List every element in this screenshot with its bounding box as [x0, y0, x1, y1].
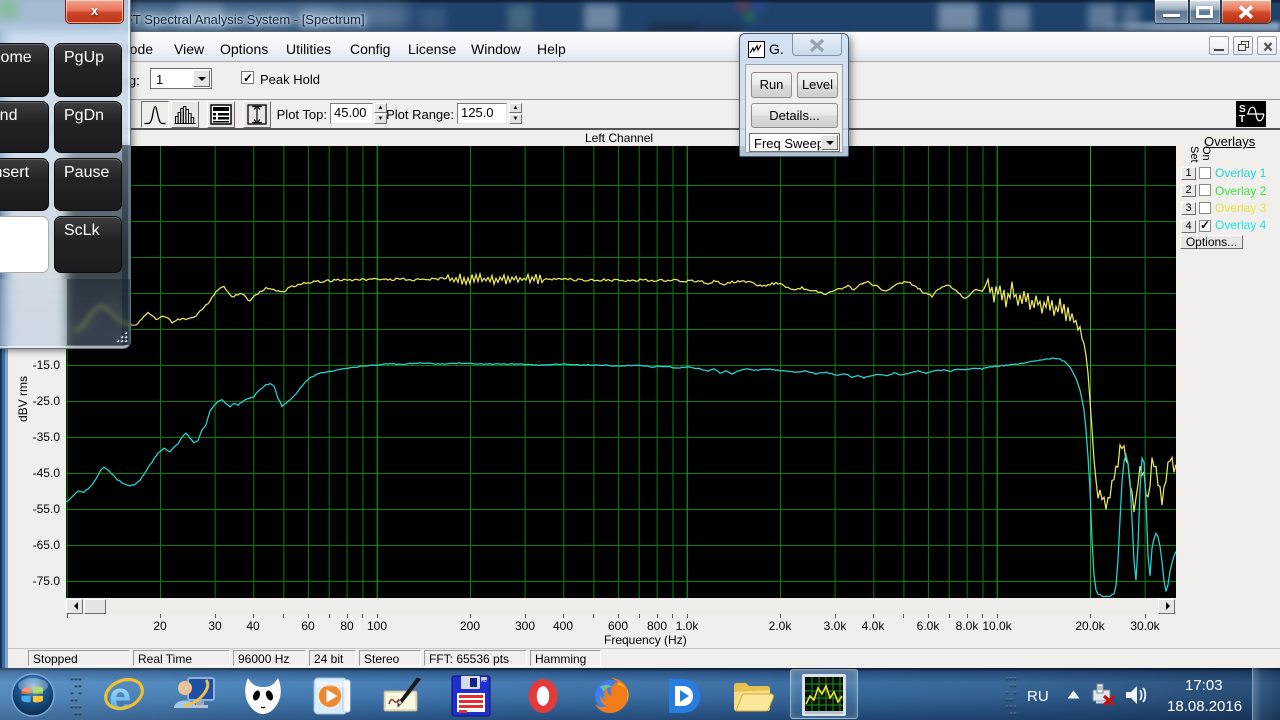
svg-text:HD: HD — [481, 678, 487, 683]
svg-text:T: T — [1239, 114, 1245, 125]
